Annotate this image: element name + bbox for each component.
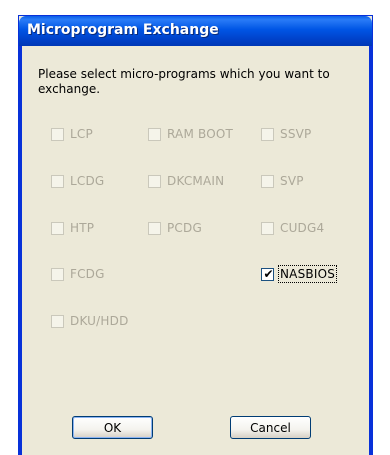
checkmark-icon: ✔	[263, 266, 274, 281]
checkbox-label: SSVP	[280, 127, 312, 141]
cancel-button[interactable]: Cancel	[230, 416, 311, 439]
checkbox-cudg4[interactable]: CUDG4	[261, 220, 324, 236]
checkbox-label: FCDG	[70, 267, 105, 281]
checkbox-box[interactable]	[148, 127, 161, 141]
checkbox-label: DKCMAIN	[167, 174, 225, 188]
checkbox-box[interactable]	[261, 174, 274, 188]
title-bar[interactable]: Microprogram Exchange	[19, 16, 372, 46]
checkbox-box[interactable]	[51, 221, 64, 235]
checkbox-label: LCP	[70, 127, 93, 141]
checkbox-dkcmain[interactable]: DKCMAIN	[148, 173, 224, 189]
checkbox-label: SVP	[280, 174, 304, 188]
checkbox-box[interactable]	[51, 127, 64, 141]
checkbox-pcdg[interactable]: PCDG	[148, 220, 202, 236]
checkbox-htp[interactable]: HTP	[51, 220, 94, 236]
checkbox-fcdg[interactable]: FCDG	[51, 266, 105, 282]
checkbox-svp[interactable]: SVP	[261, 173, 304, 189]
ok-button[interactable]: OK	[72, 416, 153, 439]
checkbox-box[interactable]	[148, 221, 161, 235]
checkbox-lcp[interactable]: LCP	[51, 126, 93, 142]
checkbox-label: RAM BOOT	[167, 127, 234, 141]
checkbox-label: NASBIOS	[277, 265, 338, 283]
checkbox-label: CUDG4	[280, 221, 325, 235]
window-frame-left	[19, 46, 22, 455]
checkbox-ssvp[interactable]: SSVP	[261, 126, 311, 142]
checkbox-box[interactable]	[261, 221, 274, 235]
checkbox-lcdg[interactable]: LCDG	[51, 173, 104, 189]
checkbox-box[interactable]	[51, 267, 64, 281]
checkbox-label: DKU/HDD	[70, 314, 129, 328]
checkbox-ram-boot[interactable]: RAM BOOT	[148, 126, 233, 142]
checkbox-label: PCDG	[167, 221, 202, 235]
checkbox-dku-hdd[interactable]: DKU/HDD	[51, 313, 129, 329]
window-frame-right	[369, 46, 372, 455]
dialog-window: Microprogram Exchange Please select micr…	[18, 15, 373, 455]
checkbox-box[interactable]: ✔	[261, 266, 274, 281]
checkbox-label: HTP	[70, 221, 95, 235]
checkbox-box[interactable]	[51, 314, 64, 328]
instruction-text: Please select micro-programs which you w…	[38, 67, 330, 96]
checkbox-box[interactable]	[148, 174, 161, 188]
checkbox-nasbios[interactable]: ✔ NASBIOS	[261, 265, 338, 283]
window-title: Microprogram Exchange	[27, 22, 219, 38]
checkbox-label: LCDG	[70, 174, 105, 188]
checkbox-box[interactable]	[51, 174, 64, 188]
checkbox-box[interactable]	[261, 127, 274, 141]
